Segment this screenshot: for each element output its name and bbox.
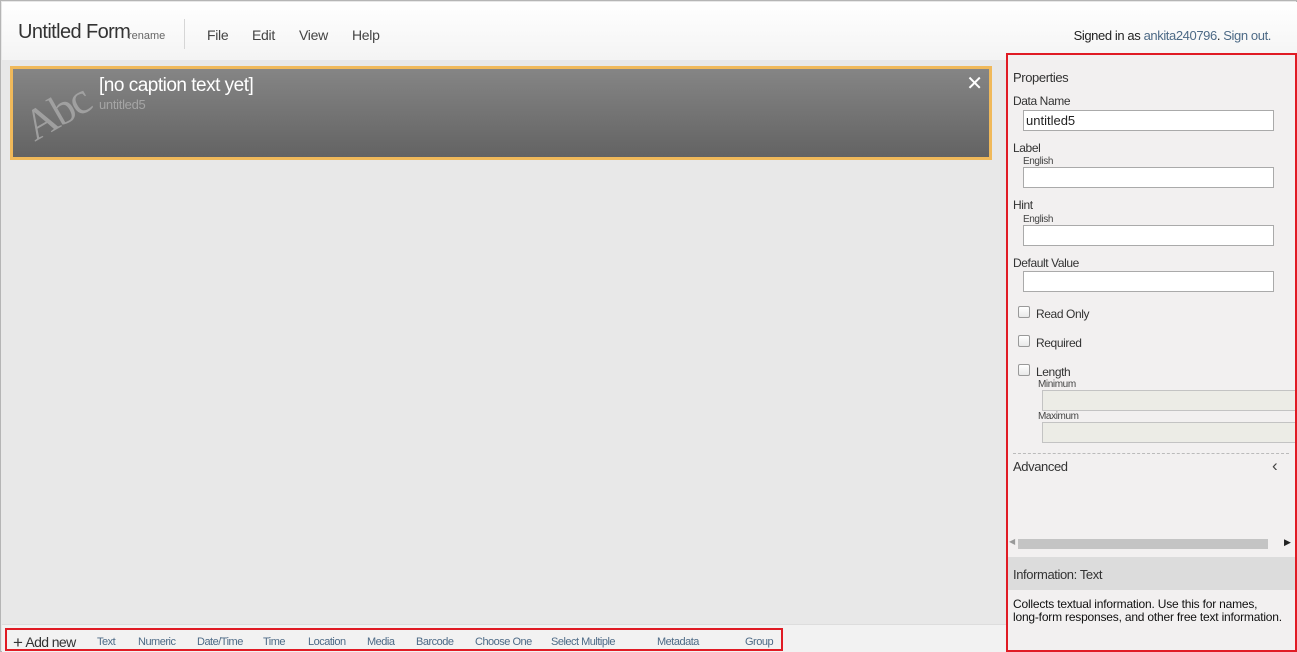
add-location-button[interactable]: Location [308, 636, 346, 648]
properties-title: Properties [1013, 70, 1069, 85]
label-input[interactable] [1023, 167, 1274, 188]
info-description: Collects textual information. Use this f… [1013, 597, 1282, 624]
maximum-input [1042, 422, 1295, 443]
menu-view[interactable]: View [299, 27, 328, 43]
header-bar: Untitled Form rename File Edit View Help… [2, 2, 1297, 60]
text-control-selected[interactable]: Abc [no caption text yet] untitled5 ✕ [10, 66, 992, 160]
advanced-divider [1013, 453, 1289, 454]
read-only-checkbox[interactable] [1018, 306, 1030, 318]
menu-file[interactable]: File [207, 27, 229, 43]
hint-language: English [1023, 214, 1053, 225]
signin-prefix: Signed in as [1073, 28, 1141, 43]
required-label: Required [1036, 336, 1082, 350]
hint-input[interactable] [1023, 225, 1274, 246]
form-workspace[interactable]: Abc [no caption text yet] untitled5 ✕ [2, 60, 1000, 624]
menu-help[interactable]: Help [352, 27, 380, 43]
default-value-input[interactable] [1023, 271, 1274, 292]
plus-icon: + [13, 633, 23, 652]
label-label: Label [1013, 141, 1041, 155]
header-divider [184, 19, 185, 49]
scroll-right-icon[interactable]: ▶ [1284, 537, 1291, 548]
toolbar-highlight-box: + Add new Text Numeric Date/Time Time Loc… [5, 628, 783, 652]
control-caption: [no caption text yet] [99, 75, 254, 96]
signin-status: Signed in as ankita240796. Sign out. [1073, 28, 1272, 43]
menu-edit[interactable]: Edit [252, 27, 275, 43]
add-barcode-button[interactable]: Barcode [416, 636, 454, 648]
add-datetime-button[interactable]: Date/Time [197, 636, 243, 648]
read-only-label: Read Only [1036, 307, 1090, 321]
properties-panel: Properties Data Name Label English Hint … [1006, 53, 1297, 652]
app-window: Untitled Form rename File Edit View Help… [0, 0, 1297, 652]
add-new-button[interactable]: + Add new [13, 633, 76, 652]
required-checkbox[interactable] [1018, 335, 1030, 347]
info-title: Information: Text [1013, 567, 1103, 582]
default-value-label: Default Value [1013, 256, 1079, 270]
length-label: Length [1036, 365, 1071, 379]
rename-link[interactable]: rename [128, 30, 165, 42]
label-language: English [1023, 156, 1053, 167]
minimum-input [1042, 390, 1295, 411]
text-abc-icon: Abc [15, 74, 99, 151]
add-metadata-button[interactable]: Metadata [657, 636, 699, 648]
form-title: Untitled Form [18, 21, 131, 43]
control-data-name: untitled5 [99, 97, 146, 112]
data-name-input[interactable] [1023, 110, 1274, 131]
hint-label: Hint [1013, 198, 1033, 212]
add-time-button[interactable]: Time [263, 636, 286, 648]
data-name-label: Data Name [1013, 94, 1071, 108]
horizontal-scrollbar[interactable] [1018, 539, 1268, 549]
length-checkbox[interactable] [1018, 364, 1030, 376]
info-header: Information: Text [1008, 557, 1295, 590]
add-media-button[interactable]: Media [367, 636, 395, 648]
add-text-button[interactable]: Text [97, 636, 116, 648]
maximum-label: Maximum [1038, 411, 1079, 422]
close-icon[interactable]: ✕ [966, 71, 983, 96]
advanced-toggle[interactable]: Advanced [1013, 459, 1068, 474]
scroll-left-icon[interactable]: ◀ [1009, 537, 1015, 546]
add-group-button[interactable]: Group [745, 636, 774, 648]
add-choose-one-button[interactable]: Choose One [475, 636, 532, 648]
add-select-multiple-button[interactable]: Select Multiple [551, 636, 616, 648]
minimum-label: Minimum [1038, 379, 1076, 390]
signout-link[interactable]: Sign out. [1223, 28, 1271, 43]
bottom-toolbar: + Add new Text Numeric Date/Time Time Loc… [2, 624, 1006, 652]
add-new-label: Add new [25, 634, 76, 650]
username-link[interactable]: ankita240796 [1144, 28, 1218, 43]
chevron-left-icon[interactable]: ‹ [1272, 456, 1278, 476]
add-numeric-button[interactable]: Numeric [138, 636, 176, 648]
